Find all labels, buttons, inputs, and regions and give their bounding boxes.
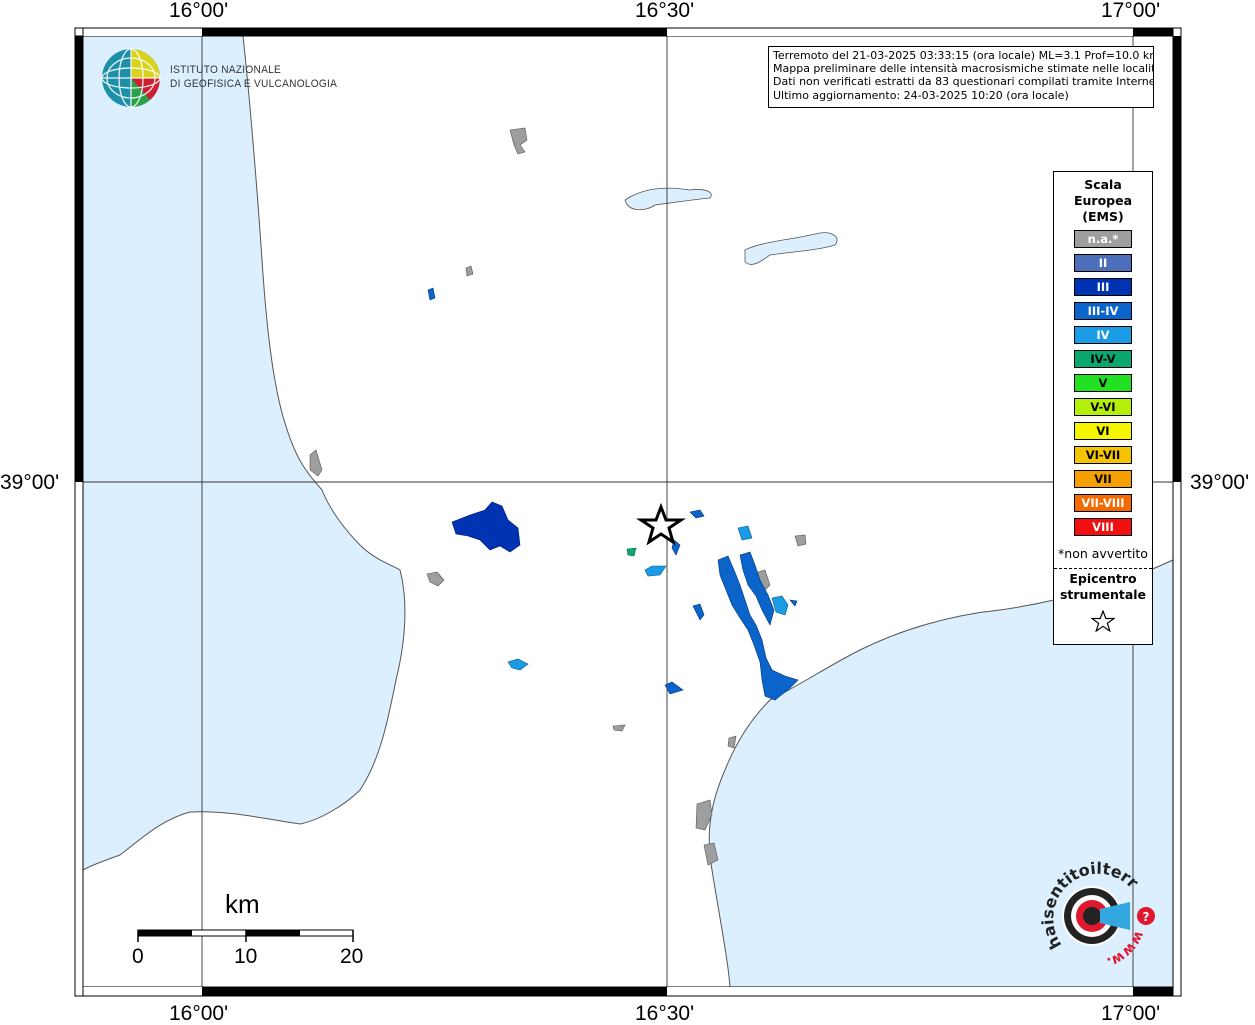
ingv-logo-text: ISTITUTO NAZIONALE DI GEOFISICA E VULCAN… <box>170 63 337 91</box>
legend-swatch-iv: IV <box>1074 326 1132 344</box>
legend-epicenter-label: Epicentro strumentale <box>1054 571 1152 603</box>
lat-label-right-3900: 39°00' <box>1190 471 1250 494</box>
lon-label-bottom-1630: 16°30' <box>635 1002 695 1025</box>
lon-label-top-1630: 16°30' <box>635 0 695 22</box>
legend-star-icon <box>1091 610 1115 632</box>
legend-swatch-iv-v: IV-V <box>1074 350 1132 368</box>
legend-swatch-vii-viii: VII-VIII <box>1074 494 1132 512</box>
legend-swatch-n-a: n.a.* <box>1074 230 1132 248</box>
legend-title-line2: Europea <box>1073 193 1133 208</box>
legend-swatch-iii-iv: III-IV <box>1074 302 1132 320</box>
legend-swatch-vi-vii: VI-VII <box>1074 446 1132 464</box>
legend-na-note: *non avvertito <box>1058 546 1148 561</box>
legend-swatch-viii: VIII <box>1074 518 1132 536</box>
lon-label-top-1600: 16°00' <box>169 0 229 22</box>
legend-swatch-ii: II <box>1074 254 1132 272</box>
legend-separator <box>1054 568 1152 569</box>
legend-swatch-v: V <box>1074 374 1132 392</box>
event-info-line1: Terremoto del 21-03-2025 03:33:15 (ora l… <box>773 49 1154 62</box>
legend-swatch-v-vi: V-VI <box>1074 398 1132 416</box>
event-info-line3: Dati non verificati estratti da 83 quest… <box>773 75 1154 89</box>
scalebar-tick-20: 20 <box>340 945 364 968</box>
ingv-logo-globe <box>101 48 161 108</box>
scalebar-unit: km <box>225 889 260 919</box>
legend-swatch-vii: VII <box>1074 470 1132 488</box>
legend-swatch-vi: VI <box>1074 422 1132 440</box>
legend-epicenter-line1: Epicentro <box>1069 571 1137 586</box>
intensity-legend: Scala Europea (EMS) n.a.* II III III-IV IV IV… <box>1053 171 1153 645</box>
legend-title: Scala Europea (EMS) <box>1054 177 1152 225</box>
event-info-box: Terremoto del 21-03-2025 03:33:15 (ora l… <box>768 46 1154 108</box>
event-info-line4: Ultimo aggiornamento: 24-03-2025 10:20 (… <box>773 88 1069 102</box>
legend-epicenter-line2: strumentale <box>1059 587 1147 602</box>
legend-swatch-iii: III <box>1074 278 1132 296</box>
lon-label-bottom-1600: 16°00' <box>169 1002 229 1025</box>
ingv-logo-line2: DI GEOFISICA E VULCANOLOGIA <box>170 78 338 90</box>
lon-label-bottom-1700: 17°00' <box>1101 1002 1161 1025</box>
lat-label-left-3900: 39°00' <box>0 471 60 494</box>
scalebar-tick-10: 10 <box>234 945 258 968</box>
lon-label-top-1700: 17°00' <box>1101 0 1161 22</box>
svg-text:?: ? <box>1143 910 1150 924</box>
ingv-logo-line1: ISTITUTO NAZIONALE <box>170 64 282 76</box>
legend-title-line3: (EMS) <box>1082 209 1124 224</box>
scalebar-tick-0: 0 <box>132 945 144 968</box>
legend-title-line1: Scala <box>1084 177 1122 192</box>
event-info-line2: Mappa preliminare delle intensità macros… <box>773 62 1154 76</box>
